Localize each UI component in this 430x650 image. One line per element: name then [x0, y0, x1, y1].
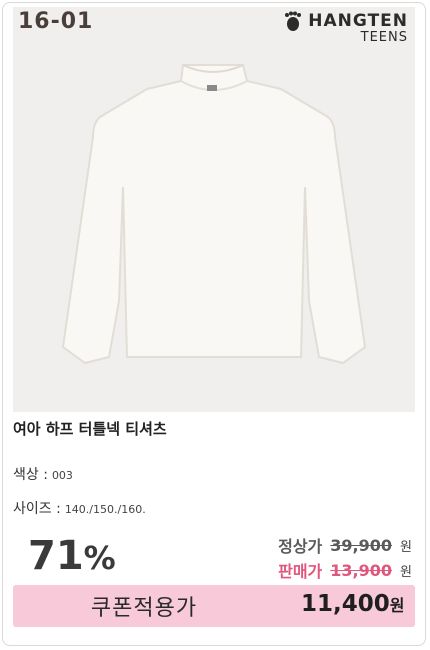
product-image[interactable]: [13, 7, 415, 412]
color-label: 색상 :: [13, 467, 48, 483]
coupon-price: 11,400원: [301, 591, 405, 617]
footprint-icon: [285, 11, 302, 31]
sale-price-value: 13,900: [330, 560, 393, 580]
size-label: 사이즈 :: [13, 501, 61, 517]
coupon-price-value: 11,400: [301, 591, 390, 617]
discount-rate: 71%: [28, 533, 116, 579]
sale-price-unit: 원: [400, 564, 412, 580]
size-spec: 사이즈 :140./150./160.: [13, 498, 146, 518]
regular-price-unit: 원: [400, 539, 412, 555]
turtleneck-shirt-illustration: [61, 64, 367, 365]
regular-price-value: 39,900: [330, 535, 393, 555]
discount-value: 71: [28, 533, 84, 579]
brand-sub: TEENS: [360, 30, 408, 45]
product-title[interactable]: 여아 하프 터틀넥 티셔츠: [13, 418, 167, 439]
regular-price-label: 정상가: [278, 537, 323, 556]
discount-unit: %: [83, 539, 116, 577]
coupon-price-bar[interactable]: 쿠폰적용가 11,400원: [13, 585, 415, 627]
color-value: 003: [51, 469, 73, 482]
product-code: 16-01: [18, 9, 94, 34]
coupon-price-unit: 원: [389, 596, 405, 615]
sale-price-label: 판매가: [278, 562, 323, 581]
color-spec: 색상 :003: [13, 464, 73, 484]
brand-name: HANGTEN: [308, 11, 408, 31]
brand-logo: HANGTEN TEENS: [282, 10, 408, 45]
sale-price-row: 판매가 13,900 원: [278, 558, 412, 582]
size-value: 140./150./160.: [64, 503, 146, 516]
coupon-label: 쿠폰적용가: [90, 596, 198, 621]
regular-price-row: 정상가 39,900 원: [278, 533, 412, 557]
